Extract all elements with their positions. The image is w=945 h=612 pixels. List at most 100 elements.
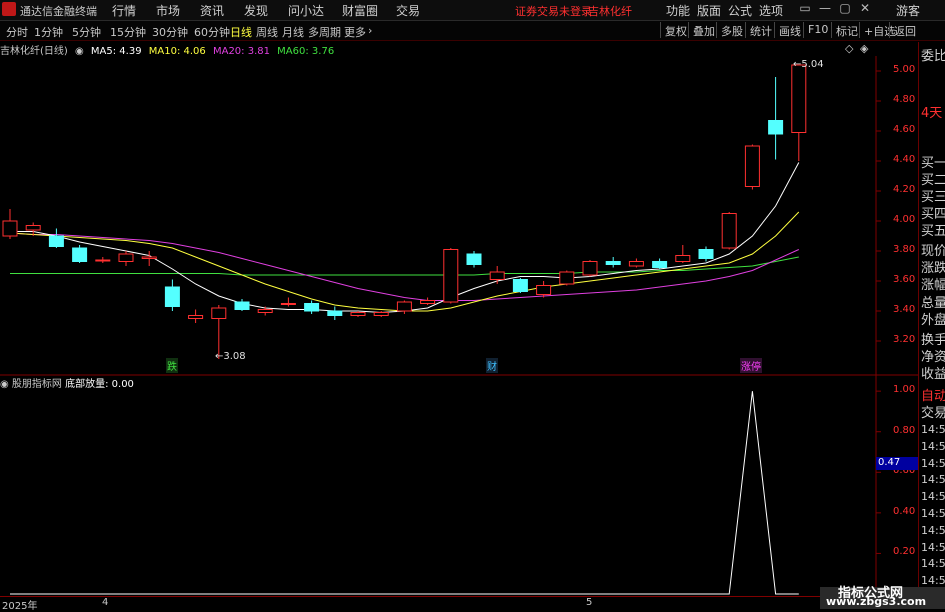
event-marker-finance[interactable]: 财 [486, 358, 498, 373]
period-15min[interactable]: 15分钟 [110, 24, 146, 40]
price-tick-label: 4.00 [893, 214, 916, 225]
trade-time: 14:56 [921, 507, 945, 520]
trade-time: 14:56 [921, 490, 945, 504]
watermark: 指标公式网 www.zbgs3.com [820, 586, 945, 609]
indicator-legend: ◉ 股朋指标网 底部放量: 0.00 [0, 375, 134, 390]
candle [791, 64, 807, 133]
candle [559, 271, 575, 285]
trade-time: 14:56 [921, 523, 945, 537]
period-30min[interactable]: 30分钟 [152, 24, 188, 40]
date-label-april: 4 [102, 597, 109, 608]
price-tick-label: 3.40 [893, 304, 916, 315]
menubar: 通达信金融终端 行情 市场 资讯 发现 问小达 财富圈 交易 证券交易未登录 吉… [0, 0, 945, 21]
price-tick-label: 3.80 [893, 244, 916, 255]
menu-options[interactable]: 选项 [759, 2, 783, 19]
candle [768, 120, 784, 135]
chevron-right-icon[interactable]: › [368, 24, 372, 37]
price-tick-label: 3.60 [893, 274, 916, 285]
candle [350, 312, 366, 316]
trade-time: 14:56 [921, 540, 945, 554]
trade-time: 14:56 [921, 439, 945, 453]
current-stock-name: 吉林化纤 [588, 5, 632, 18]
f10-button[interactable]: F10 [803, 22, 831, 38]
settings-diamond-icon[interactable]: ◈ [860, 42, 868, 55]
app-title: 通达信金融终端 [20, 5, 97, 18]
candle [652, 261, 668, 268]
candle [304, 303, 320, 312]
period-multi[interactable]: 多周期 [308, 24, 341, 40]
legend-toggle-icon[interactable]: ◉ [0, 379, 9, 390]
overlay-button[interactable]: 叠加 [688, 22, 718, 38]
candle [373, 312, 389, 316]
panel-item-earnings: 收益 [921, 367, 945, 382]
diamond-icon[interactable]: ◇ [845, 42, 853, 55]
adjust-button[interactable]: 复权 [660, 22, 690, 38]
draw-line-button[interactable]: 画线 [774, 22, 804, 38]
watermark-url: www.zbgs3.com [826, 595, 927, 608]
back-button[interactable]: 返回 [889, 22, 919, 38]
ma-legend: 吉林化纤(日线) ◉ MA5: 4.39 MA10: 4.06 MA20: 3.… [0, 42, 338, 57]
candle [95, 259, 111, 262]
low-price-mark: ←3.08 [215, 351, 246, 362]
menu-fortune-circle[interactable]: 财富圈 [342, 2, 378, 19]
trade-time: 14:56 [921, 557, 945, 571]
app-logo-icon [2, 2, 16, 16]
minimize-icon[interactable]: — [816, 1, 834, 17]
close-icon[interactable]: ✕ [856, 1, 874, 17]
menu-market[interactable]: 市场 [156, 2, 180, 19]
period-daily[interactable]: 日线 [230, 24, 252, 40]
candle [721, 213, 737, 249]
menu-ask-xiaoda[interactable]: 问小达 [288, 2, 324, 19]
menu-news[interactable]: 资讯 [200, 2, 224, 19]
indicator-tick-label: 0.80 [893, 424, 916, 436]
candle [118, 253, 134, 262]
restore-panel-icon[interactable]: ▭ [796, 1, 814, 17]
candle [280, 303, 296, 305]
period-weekly[interactable]: 周线 [256, 24, 278, 40]
guest-user[interactable]: 游客 [896, 2, 920, 19]
menu-discover[interactable]: 发现 [244, 2, 268, 19]
maximize-icon[interactable]: ▢ [836, 1, 854, 17]
period-intraday[interactable]: 分时 [6, 24, 28, 40]
period-1min[interactable]: 1分钟 [34, 24, 63, 40]
price-chart[interactable] [0, 56, 918, 596]
high-price-mark: ←5.04 [793, 59, 824, 70]
trade-time: 14:56 [921, 473, 945, 487]
candle [25, 225, 41, 231]
date-axis: 2025年 4 5 [0, 596, 875, 612]
candle [466, 253, 482, 265]
price-tick-label: 4.20 [893, 184, 916, 195]
event-marker-drop[interactable]: 跌 [166, 358, 178, 373]
multi-stock-button[interactable]: 多股 [716, 22, 746, 38]
statistics-button[interactable]: 统计 [745, 22, 775, 38]
indicator-level-value: 0.47 [876, 457, 918, 470]
candle [744, 145, 760, 187]
login-status[interactable]: 证券交易未登录 [515, 3, 592, 19]
candle [257, 309, 273, 313]
period-more[interactable]: 更多 [344, 24, 366, 40]
panel-days: 4天 [921, 106, 943, 121]
price-tick-label: 4.80 [893, 94, 916, 105]
period-5min[interactable]: 5分钟 [72, 24, 101, 40]
menu-market-quotes[interactable]: 行情 [112, 2, 136, 19]
panel-trade[interactable]: 交易 [921, 402, 945, 421]
event-marker-limit-up[interactable]: 涨停 [740, 358, 762, 373]
candle [72, 247, 88, 262]
period-60min[interactable]: 60分钟 [194, 24, 230, 40]
price-tick-label: 4.60 [893, 124, 916, 135]
panel-item-outer: 外盘 [921, 313, 945, 328]
menu-trade[interactable]: 交易 [396, 2, 420, 19]
panel-item-change-pct: 涨幅 [921, 278, 945, 293]
candle [164, 286, 180, 307]
candle [489, 271, 505, 280]
menu-formula[interactable]: 公式 [728, 2, 752, 19]
menu-layout[interactable]: 版面 [697, 2, 721, 19]
indicator-value: 底部放量: 0.00 [65, 379, 134, 390]
mark-button[interactable]: 标记 [831, 22, 861, 38]
candle [628, 261, 644, 267]
period-toolbar: 分时 1分钟 5分钟 15分钟 30分钟 60分钟 日线 周线 月线 多周期 更… [0, 21, 945, 41]
menu-function[interactable]: 功能 [666, 2, 690, 19]
candle [443, 249, 459, 303]
period-monthly[interactable]: 月线 [282, 24, 304, 40]
indicator-name[interactable]: 股朋指标网 [12, 379, 62, 390]
